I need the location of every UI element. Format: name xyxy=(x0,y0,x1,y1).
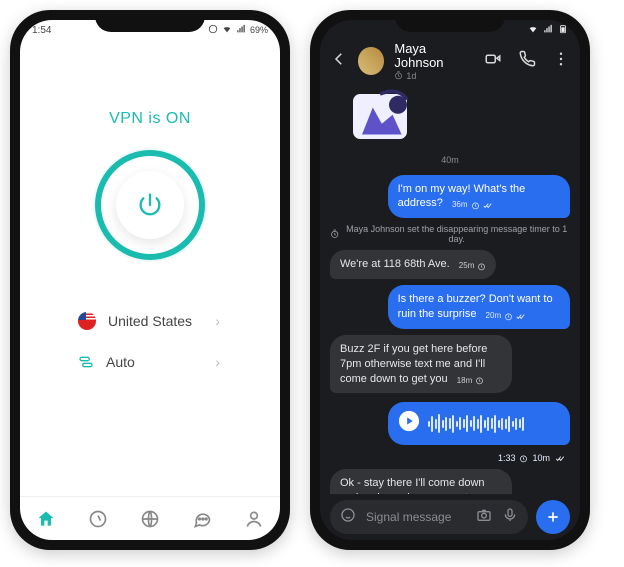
timer-icon xyxy=(471,201,480,210)
notch xyxy=(395,10,505,32)
composer: Signal message xyxy=(320,494,580,540)
contact-name: Maya Johnson xyxy=(394,42,474,71)
nav-profile[interactable] xyxy=(244,509,264,529)
power-button[interactable] xyxy=(116,171,184,239)
notch xyxy=(95,10,205,32)
timer-icon xyxy=(477,262,486,271)
message-text: Ok - stay there I'll come down and grab … xyxy=(340,477,485,494)
sticker-image xyxy=(344,85,434,148)
signal-icon xyxy=(236,24,246,36)
play-icon xyxy=(398,410,420,432)
timer-icon xyxy=(330,229,339,239)
video-call-button[interactable] xyxy=(484,50,502,73)
battery-text: 69% xyxy=(250,25,268,35)
read-ticks-icon xyxy=(554,454,566,463)
phone-vpn: 1:54 69% VPN is ON xyxy=(10,10,290,550)
contact-subtitle: 1d xyxy=(394,71,474,81)
read-ticks-icon xyxy=(516,312,525,321)
nav-speed[interactable] xyxy=(88,509,108,529)
power-icon xyxy=(136,191,164,219)
timer-icon xyxy=(394,71,403,80)
sticker[interactable] xyxy=(344,85,434,145)
wifi-icon xyxy=(222,24,232,36)
phone-chat: Maya Johnson 1d 40m xyxy=(310,10,590,550)
wifi-icon xyxy=(528,24,538,34)
avatar[interactable] xyxy=(358,47,384,75)
message-received[interactable]: We're at 118 68th Ave. 25m xyxy=(330,250,496,279)
chevron-right-icon: › xyxy=(215,354,280,370)
message-thread[interactable]: 40m I'm on my way! What's the address? 3… xyxy=(320,85,580,494)
protocol-label: Auto xyxy=(106,354,203,370)
flag-us-icon xyxy=(78,312,96,330)
emoji-button[interactable] xyxy=(340,507,356,528)
server-country: United States xyxy=(108,313,203,329)
plus-icon xyxy=(545,509,561,525)
input-placeholder: Signal message xyxy=(366,510,466,524)
timer-icon xyxy=(519,454,528,463)
message-input[interactable]: Signal message xyxy=(330,500,528,534)
nav-home[interactable] xyxy=(36,509,56,529)
message-text: Is there a buzzer? Don't want to ruin th… xyxy=(398,293,553,320)
read-ticks-icon xyxy=(483,201,492,210)
message-sent[interactable]: Is there a buzzer? Don't want to ruin th… xyxy=(388,285,570,329)
vpn-badge-icon xyxy=(208,24,218,36)
vpn-content: VPN is ON United States › xyxy=(20,40,280,496)
message-received[interactable]: Ok - stay there I'll come down and grab … xyxy=(330,469,512,494)
message-text: We're at 118 68th Ave. xyxy=(340,258,450,270)
auto-protocol-icon xyxy=(78,354,94,370)
voice-message-sent[interactable] xyxy=(388,402,570,445)
contact-block[interactable]: Maya Johnson 1d xyxy=(394,42,474,81)
battery-icon xyxy=(558,24,568,34)
voice-call-button[interactable] xyxy=(518,50,536,73)
mic-button[interactable] xyxy=(502,507,518,528)
play-button[interactable] xyxy=(398,410,420,437)
timer-icon xyxy=(475,376,484,385)
chevron-right-icon: › xyxy=(215,313,280,329)
message-sent[interactable]: I'm on my way! What's the address? 36m xyxy=(388,175,570,219)
status-time: 1:54 xyxy=(32,25,51,36)
time-separator: 40m xyxy=(330,155,570,165)
protocol-row[interactable]: Auto › xyxy=(20,342,280,382)
nav-chat[interactable] xyxy=(192,509,212,529)
message-received[interactable]: Buzz 2F if you get here before 7pm other… xyxy=(330,335,512,394)
power-ring xyxy=(95,150,205,260)
add-button[interactable] xyxy=(536,500,570,534)
chat-header: Maya Johnson 1d xyxy=(320,38,580,85)
vpn-status-title: VPN is ON xyxy=(109,110,191,128)
signal-icon xyxy=(543,24,553,34)
camera-button[interactable] xyxy=(476,507,492,528)
back-button[interactable] xyxy=(330,50,348,73)
more-button[interactable] xyxy=(552,50,570,73)
server-row[interactable]: United States › xyxy=(20,300,280,342)
voice-meta: 1:33 10m xyxy=(498,453,566,463)
status-right: 69% xyxy=(208,24,268,36)
waveform[interactable] xyxy=(428,414,580,434)
system-message: Maya Johnson set the disappearing messag… xyxy=(330,224,570,244)
nav-globe[interactable] xyxy=(140,509,160,529)
timer-icon xyxy=(504,312,513,321)
bottom-nav xyxy=(20,496,280,540)
